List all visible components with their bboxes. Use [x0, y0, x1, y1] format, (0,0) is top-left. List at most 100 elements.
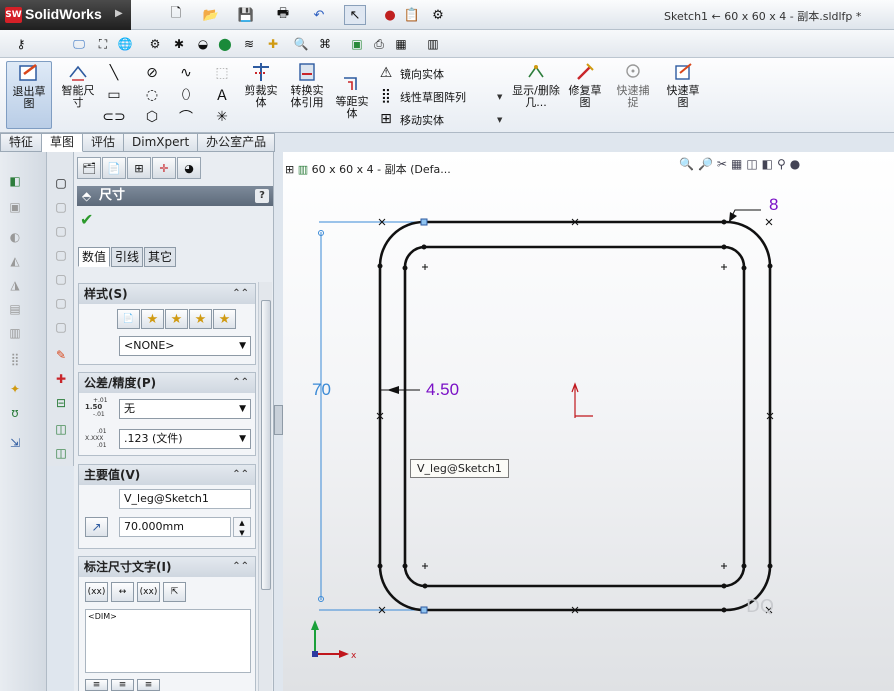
key-icon[interactable]: ⚷: [12, 35, 30, 53]
feature-manager-icon[interactable]: 🗂: [77, 157, 101, 179]
print-icon[interactable]: 🖶: [272, 5, 294, 25]
cross-icon[interactable]: ✚: [264, 35, 282, 53]
linear-pattern-icon[interactable]: ⣿: [376, 87, 396, 105]
smart-dimension-button[interactable]: 智能尺寸: [56, 61, 100, 109]
cube-icon[interactable]: ▢: [52, 294, 70, 312]
tab-sketch[interactable]: 草图: [42, 133, 84, 152]
selected-endpoint-top[interactable]: [420, 218, 428, 226]
monitor-icon[interactable]: 🖵: [70, 35, 88, 53]
settings-gear-icon[interactable]: ⚙: [146, 35, 164, 53]
cube-icon[interactable]: ▢: [52, 246, 70, 264]
dimension-text-box[interactable]: <DIM>: [85, 609, 251, 673]
help-button[interactable]: ?: [255, 189, 269, 203]
solidworks-menu[interactable]: SW SolidWorks ▶: [0, 0, 131, 30]
ellipse-icon[interactable]: ⬯: [176, 86, 196, 104]
dimxpert-manager-icon[interactable]: ✛: [152, 157, 176, 179]
trim-entities-button[interactable]: 剪裁实体: [240, 61, 282, 109]
apply-default-style-icon[interactable]: 📄: [117, 309, 140, 329]
bowl-icon[interactable]: ◒: [194, 35, 212, 53]
rebuild-icon[interactable]: ●: [384, 5, 396, 25]
panel-splitter[interactable]: [274, 405, 283, 435]
collapse-icon[interactable]: ⌃⌃: [232, 284, 249, 304]
construction-icon[interactable]: ⬚: [212, 64, 232, 82]
curve-icon[interactable]: ʊ: [6, 404, 24, 422]
network-icon[interactable]: ⛶: [94, 35, 112, 53]
value-spinner[interactable]: ▲ ▼: [233, 517, 251, 537]
dimension-450-text[interactable]: 4.50: [426, 380, 459, 400]
collapse-icon[interactable]: ⌃⌃: [232, 465, 249, 485]
fillet-icon[interactable]: ⌒: [176, 108, 196, 126]
cube-icon[interactable]: ▢: [52, 222, 70, 240]
move-entities-icon[interactable]: ⊞: [376, 110, 396, 128]
add-style-icon[interactable]: ★: [141, 309, 164, 329]
cube-icon[interactable]: ▢: [52, 270, 70, 288]
extrude-icon[interactable]: ◧: [6, 172, 24, 190]
delete-style-icon[interactable]: ★: [165, 309, 188, 329]
offset-text-icon[interactable]: ⇱: [163, 582, 186, 602]
tab-value[interactable]: 数值: [78, 247, 111, 267]
reverse-direction-icon[interactable]: ↗: [85, 517, 108, 537]
move-dropdown-icon[interactable]: ▼: [497, 116, 502, 124]
exit-sketch-button[interactable]: 退出草图: [6, 61, 52, 129]
tab-evaluate[interactable]: 评估: [83, 133, 125, 152]
inspection-dimension-icon[interactable]: (xx): [137, 582, 160, 602]
save-icon[interactable]: 💾: [236, 5, 256, 25]
dimension-value-field[interactable]: 70.000mm: [119, 517, 231, 537]
circle-icon[interactable]: ⊘: [142, 64, 162, 82]
style-select[interactable]: <NONE> ▼: [119, 336, 251, 356]
select-pointer-icon[interactable]: ↖: [344, 5, 366, 25]
selected-endpoint-bottom[interactable]: [420, 606, 428, 614]
polygon-icon[interactable]: ⬡: [142, 108, 162, 126]
offset-entities-button[interactable]: 等距实体: [332, 72, 372, 120]
loft-icon[interactable]: ◮: [6, 276, 24, 294]
tolerance-group-header[interactable]: 公差/精度(P) ⌃⌃: [79, 373, 255, 393]
justify-left-icon[interactable]: ≡: [85, 679, 108, 691]
spring-icon[interactable]: ≋: [240, 35, 258, 53]
precision-select[interactable]: .123 (文件) ▼: [119, 429, 251, 449]
repair-sketch-button[interactable]: 修复草图: [564, 61, 606, 109]
linear-pattern-label[interactable]: 线性草图阵列: [400, 89, 466, 105]
magnify-icon[interactable]: 🔍: [292, 35, 310, 53]
display-manager-icon[interactable]: ◕: [177, 157, 201, 179]
revolve-icon[interactable]: ◐: [6, 228, 24, 246]
reference-icon[interactable]: ✦: [6, 380, 24, 398]
shell-icon[interactable]: ▤: [6, 300, 24, 318]
mirror-icon[interactable]: ⚠: [376, 64, 396, 82]
table-icon[interactable]: ▥: [424, 35, 442, 53]
tolerance-type-select[interactable]: 无 ▼: [119, 399, 251, 419]
parentheses-icon[interactable]: (xx): [85, 582, 108, 602]
cube-icon[interactable]: ▢: [52, 318, 70, 336]
rib-icon[interactable]: ▥: [6, 324, 24, 342]
export-icon[interactable]: ▣: [348, 35, 366, 53]
text-icon[interactable]: Ａ: [212, 86, 232, 104]
arc-icon[interactable]: ◌: [142, 86, 162, 104]
configuration-manager-icon[interactable]: ⊞: [127, 157, 151, 179]
cut-icon[interactable]: ▣: [6, 198, 24, 216]
dimension-70-text[interactable]: 70: [312, 380, 331, 400]
convert-entities-button[interactable]: 转换实体引用: [286, 61, 328, 109]
globe-icon[interactable]: 🌐: [116, 35, 134, 53]
justify-center-icon[interactable]: ≡: [111, 679, 134, 691]
justify-right-icon[interactable]: ≡: [137, 679, 160, 691]
property-manager-icon[interactable]: 📄: [102, 157, 126, 179]
options-gear-icon[interactable]: ⚙: [428, 5, 448, 25]
pm-scrollbar[interactable]: [258, 282, 272, 691]
sketch-pencil-icon[interactable]: ✎: [52, 346, 70, 364]
map-pin-icon[interactable]: ⬤: [216, 35, 234, 53]
scrollbar-thumb[interactable]: [261, 300, 271, 590]
new-document-icon[interactable]: 🗋: [166, 5, 186, 25]
open-folder-icon[interactable]: 📂: [200, 5, 222, 25]
ok-checkmark-icon[interactable]: ✔: [80, 210, 93, 229]
point-icon[interactable]: ✳: [212, 108, 232, 126]
quick-snaps-button[interactable]: 快速捕捉: [612, 61, 654, 109]
file-properties-icon[interactable]: 📋: [402, 5, 422, 25]
rectangle-icon[interactable]: ▭: [104, 86, 124, 104]
tab-dimxpert[interactable]: DimXpert: [124, 133, 199, 152]
move-entities-label[interactable]: 移动实体: [400, 112, 444, 128]
instant3d-icon[interactable]: ⇲: [6, 434, 24, 452]
primary-value-group-header[interactable]: 主要值(V) ⌃⌃: [79, 465, 255, 485]
pattern-icon[interactable]: ⣿: [6, 350, 24, 368]
line-icon[interactable]: ╲: [104, 64, 124, 82]
dimension-name-field[interactable]: V_leg@Sketch1: [119, 489, 251, 509]
slot-icon[interactable]: ⊂⊃: [102, 108, 125, 126]
